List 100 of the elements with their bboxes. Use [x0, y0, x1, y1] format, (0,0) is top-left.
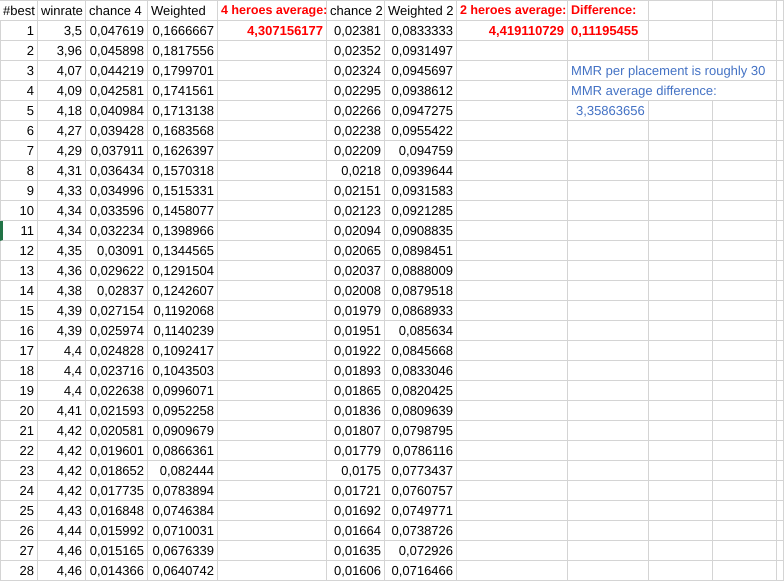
table-cell: 0,01635	[327, 541, 385, 561]
table-cell: 4,18	[38, 101, 86, 121]
empty-cell	[713, 421, 777, 441]
row-number-cell: 10	[0, 201, 38, 221]
table-cell: 4,46	[38, 561, 86, 581]
table-cell: 0,02352	[327, 41, 385, 61]
empty-cell	[713, 541, 777, 561]
column-header: 4 heroes average:	[218, 1, 327, 21]
table-cell: 0,1192068	[148, 301, 218, 321]
table-cell: 4,09	[38, 81, 86, 101]
table-cell: 0,0783894	[148, 481, 218, 501]
row-number-cell: 9	[0, 181, 38, 201]
table-cell: 0,02209	[327, 141, 385, 161]
empty-cell	[713, 441, 777, 461]
table-cell: 0,0175	[327, 461, 385, 481]
table-cell: 0,047619	[86, 21, 148, 41]
empty-cell	[649, 161, 713, 181]
table-cell: 0,0921285	[385, 201, 457, 221]
table-cell: 0,01692	[327, 501, 385, 521]
table-cell: 0,0888009	[385, 261, 457, 281]
table-cell: 4,4	[38, 341, 86, 361]
table-cell: 0,0845668	[385, 341, 457, 361]
empty-cell	[713, 41, 777, 61]
empty-cell	[649, 21, 713, 41]
table-cell: 0,1741561	[148, 81, 218, 101]
table-cell: 4,43	[38, 501, 86, 521]
table-cell: 0,01807	[327, 421, 385, 441]
table-cell: 0,016848	[86, 501, 148, 521]
table-cell: 0,0866361	[148, 441, 218, 461]
table-cell: 0,034996	[86, 181, 148, 201]
table-cell: 0,025974	[86, 321, 148, 341]
row-number-cell: 6	[0, 121, 38, 141]
table-cell: 4,36	[38, 261, 86, 281]
empty-cell	[649, 181, 713, 201]
empty-cell	[649, 481, 713, 501]
table-cell: 0,03091	[86, 241, 148, 261]
table-cell: 0,01893	[327, 361, 385, 381]
empty-cell	[713, 21, 777, 41]
table-cell: 0,029622	[86, 261, 148, 281]
table-cell: 0,017735	[86, 481, 148, 501]
table-cell: 0,0931497	[385, 41, 457, 61]
row-number-cell: 21	[0, 421, 38, 441]
row-number-cell: 28	[0, 561, 38, 581]
table-cell: 0,0760757	[385, 481, 457, 501]
table-cell: 4,39	[38, 301, 86, 321]
table-cell: 4,44	[38, 521, 86, 541]
table-cell: 0,1291504	[148, 261, 218, 281]
empty-cell	[713, 241, 777, 261]
table-cell: 0,1043503	[148, 361, 218, 381]
empty-cell	[649, 241, 713, 261]
table-cell: 4,38	[38, 281, 86, 301]
table-cell: 4,07	[38, 61, 86, 81]
table-cell: 0,0833046	[385, 361, 457, 381]
table-cell: 0,02381	[327, 21, 385, 41]
table-cell: 0,0710031	[148, 521, 218, 541]
table-cell: 0,0947275	[385, 101, 457, 121]
row-number-cell: 2	[0, 41, 38, 61]
table-cell: 4,46	[38, 541, 86, 561]
table-cell: 0,0218	[327, 161, 385, 181]
empty-cell	[713, 201, 777, 221]
table-cell: 0,1140239	[148, 321, 218, 341]
row-number-cell: 20	[0, 401, 38, 421]
note-text: MMR average difference:	[568, 81, 777, 101]
table-cell: 0,01979	[327, 301, 385, 321]
table-cell: 0,039428	[86, 121, 148, 141]
table-cell: 0,1570318	[148, 161, 218, 181]
table-cell: 0,1344565	[148, 241, 218, 261]
table-cell: 0,02295	[327, 81, 385, 101]
column-header: Weighted	[148, 1, 218, 21]
empty-cell	[649, 501, 713, 521]
empty-cell	[713, 181, 777, 201]
empty-cell	[649, 381, 713, 401]
table-cell: 0,01865	[327, 381, 385, 401]
empty-cell	[713, 481, 777, 501]
table-cell: 0,018652	[86, 461, 148, 481]
table-cell: 0,044219	[86, 61, 148, 81]
table-cell: 4,27	[38, 121, 86, 141]
table-cell: 0,024828	[86, 341, 148, 361]
empty-cell	[649, 361, 713, 381]
empty-cell	[649, 561, 713, 581]
empty-cell	[649, 321, 713, 341]
column-header: 2 heroes average:	[457, 1, 568, 21]
empty-cell	[713, 141, 777, 161]
table-cell: 0,01836	[327, 401, 385, 421]
table-cell: 0,02266	[327, 101, 385, 121]
empty-cell	[713, 561, 777, 581]
table-cell: 4,4	[38, 381, 86, 401]
table-cell: 0,040984	[86, 101, 148, 121]
result-value: 4,419110729	[457, 21, 568, 41]
table-cell: 0,02324	[327, 61, 385, 81]
empty-cell	[713, 521, 777, 541]
empty-cell	[713, 221, 777, 241]
empty-cell	[713, 501, 777, 521]
table-cell: 4,35	[38, 241, 86, 261]
table-cell: 0,1626397	[148, 141, 218, 161]
result-value: 0,11195455	[568, 21, 649, 41]
table-cell: 0,1092417	[148, 341, 218, 361]
table-cell: 0,0939644	[385, 161, 457, 181]
table-cell: 0,0746384	[148, 501, 218, 521]
table-cell: 0,082444	[148, 461, 218, 481]
